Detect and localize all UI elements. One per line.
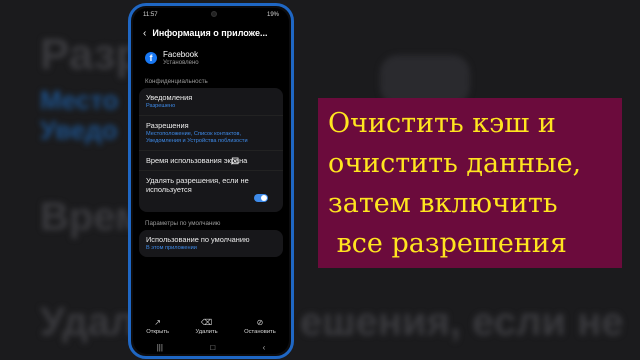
arrow-left-icon[interactable]: ‹: [143, 28, 146, 39]
remove-permissions-item[interactable]: Удалять разрешения, если не используется: [139, 171, 283, 212]
open-external-icon: ↗: [154, 317, 161, 327]
bottom-action-bar: ↗ Открыть ⌫ Удалить ⊘ Остановить: [133, 312, 289, 340]
app-name: Facebook: [163, 50, 199, 59]
trash-icon: ⌫: [200, 317, 213, 327]
home-icon[interactable]: □: [210, 343, 215, 352]
uninstall-label: Удалить: [195, 328, 218, 335]
defaults-section-header: Параметры по умолчанию: [145, 220, 221, 227]
front-camera: [211, 11, 217, 17]
toggle-row: [146, 194, 276, 207]
app-install-state: Установлено: [163, 60, 199, 66]
page-title: Информация о приложе...: [152, 28, 268, 38]
system-nav-bar: ||| □ ‹: [133, 340, 289, 354]
notifications-title: Уведомления: [146, 93, 193, 102]
app-bar: ‹ Информация о приложе...: [133, 22, 289, 44]
open-button[interactable]: ↗ Открыть: [146, 318, 169, 335]
permissions-subtitle: Местоположение, Список контактов, Уведом…: [146, 131, 248, 144]
permissions-title: Разрешения: [146, 121, 189, 130]
default-usage-title: Использование по умолчанию: [146, 235, 250, 244]
back-icon[interactable]: ‹: [263, 343, 266, 352]
status-battery: 19%: [266, 12, 279, 18]
caption-line-4: все разрешения: [328, 228, 567, 259]
caption-line-3: затем включить: [328, 188, 558, 219]
caption-line-1: Очистить кэш и: [328, 108, 556, 139]
phone-frame: 11:57 19% ‹ Информация о приложе... f Fa…: [128, 3, 294, 359]
privacy-section-header: Конфиденциальность: [145, 78, 208, 85]
remove-permissions-toggle[interactable]: [254, 194, 268, 202]
phone-screen: 11:57 19% ‹ Информация о приложе... f Fa…: [133, 8, 289, 354]
permissions-item[interactable]: Разрешения Местоположение, Список контак…: [139, 116, 283, 151]
screen-time-title: Время использования экрана: [146, 156, 248, 165]
status-time: 11:57: [143, 12, 158, 18]
caption-line-2: очистить данные,: [328, 148, 582, 179]
facebook-icon: f: [145, 52, 157, 64]
screen-time-item[interactable]: Время использования экрана: [139, 151, 283, 171]
default-usage-item[interactable]: Использование по умолчанию В этом прилож…: [139, 230, 283, 257]
default-usage-subtitle: В этом приложении: [146, 245, 197, 251]
stop-icon: ⊘: [256, 317, 264, 327]
recents-icon[interactable]: |||: [157, 343, 163, 352]
notifications-item[interactable]: Уведомления Разрешено: [139, 88, 283, 116]
force-stop-label: Остановить: [244, 328, 276, 335]
notifications-subtitle: Разрешено: [146, 103, 176, 109]
defaults-card: Использование по умолчанию В этом прилож…: [139, 230, 283, 257]
open-label: Открыть: [146, 328, 170, 335]
uninstall-button[interactable]: ⌫ Удалить: [195, 318, 217, 335]
app-header: f Facebook Установлено: [133, 44, 289, 70]
privacy-card: Уведомления Разрешено Разрешения Местопо…: [139, 88, 283, 212]
remove-permissions-title: Удалять разрешения, если не используется: [146, 176, 249, 194]
touch-cursor-icon: ⊡: [231, 156, 240, 167]
caption-banner: Очистить кэш и очистить данные, затем вк…: [318, 98, 622, 268]
force-stop-button[interactable]: ⊘ Остановить: [244, 318, 276, 335]
